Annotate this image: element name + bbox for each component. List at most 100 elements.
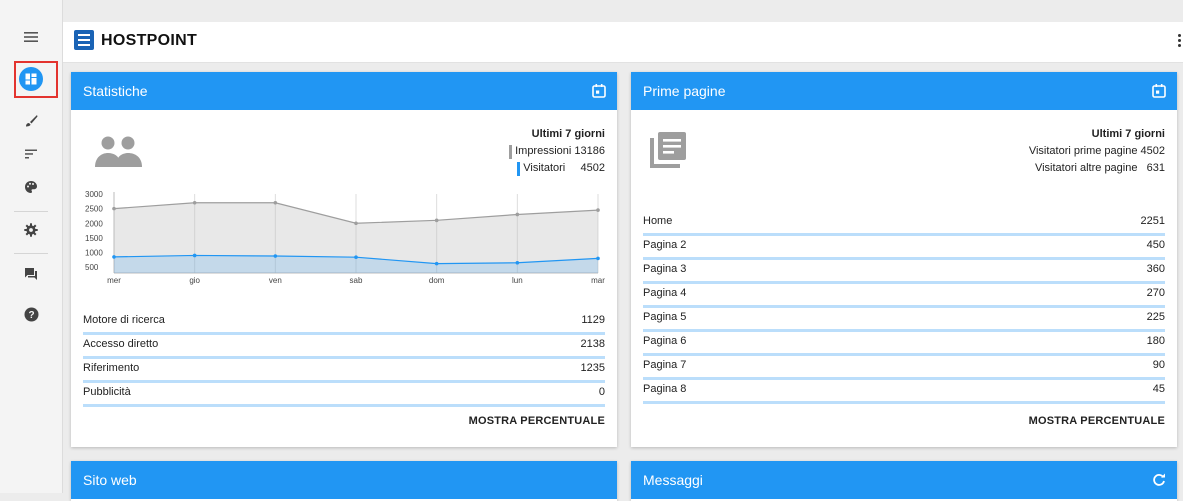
row-label: Pagina 5 [643, 311, 687, 323]
row-value: 180 [1146, 335, 1165, 347]
top-bar: HOSTPOINT [63, 22, 1183, 63]
card-title: Sito web [83, 472, 137, 488]
row-label: Home [643, 215, 673, 227]
x-tick-label: dom [429, 276, 445, 285]
list-item: Pagina 7 90 [643, 353, 1165, 380]
legend-value: 4502 [580, 162, 605, 174]
legend-label: Visitatori [523, 162, 566, 174]
summary-title: Ultimi 7 giorni [1091, 128, 1165, 140]
dashboard-icon [19, 67, 43, 91]
card-sito-web: Sito web [71, 461, 617, 501]
data-point [515, 212, 520, 217]
legend-impressions: Impressioni 13186 [509, 143, 605, 160]
card-header: Messaggi [631, 461, 1177, 499]
data-point [596, 208, 600, 212]
nav-settings[interactable] [0, 213, 62, 247]
list-item: Pagina 4 270 [643, 281, 1165, 308]
show-percentage-button[interactable]: MOSTRA PERCENTUALE [469, 415, 605, 427]
row-value: 2138 [580, 338, 605, 350]
brand-name: HOSTPOINT [101, 32, 198, 49]
svg-text:?: ? [28, 310, 34, 321]
card-title: Statistiche [83, 83, 148, 99]
row-value: 90 [1152, 359, 1165, 371]
card-prime-pagine: Prime pagine Ultimi 7 giorni Visitatori … [631, 72, 1177, 447]
data-point [192, 253, 197, 258]
row-value: 225 [1146, 311, 1165, 323]
list-item: Pagina 3 360 [643, 257, 1165, 284]
traffic-chart: 3000 2500 2000 1500 1000 500 mer gio ven sab dom lu… [85, 190, 605, 285]
x-tick-label: ven [269, 276, 282, 285]
row-value: 0 [598, 386, 605, 398]
sidebar-rail: ? [0, 0, 63, 493]
data-point [273, 254, 278, 258]
data-point [112, 206, 116, 211]
data-point [596, 256, 600, 261]
list-item: Home 2251 [643, 209, 1165, 236]
row-label: Pagina 3 [643, 263, 687, 275]
y-tick-label: 2000 [85, 219, 103, 228]
logo-icon [74, 30, 94, 50]
row-value: 270 [1146, 287, 1165, 299]
card-messaggi: Messaggi [631, 461, 1177, 501]
row-label: Pagina 7 [643, 359, 687, 371]
row-label: Pagina 6 [643, 335, 687, 347]
y-tick-label: 3000 [85, 190, 103, 199]
list-item: Pagina 5 225 [643, 305, 1165, 332]
more-menu-icon[interactable] [1175, 32, 1183, 52]
row-label: Pagina 4 [643, 287, 687, 299]
x-tick-label: mer [107, 276, 121, 285]
row-label: Pagina 8 [643, 383, 687, 395]
nav-palette[interactable] [0, 170, 62, 204]
nav-divider [14, 211, 48, 212]
row-value: 450 [1146, 239, 1165, 251]
menu-icon[interactable] [0, 20, 62, 54]
y-tick-label: 1500 [85, 234, 103, 243]
row-label: Accesso diretto [83, 338, 159, 350]
list-item: Pagina 2 450 [643, 233, 1165, 260]
list-item: Pubblicità 0 [83, 380, 605, 407]
y-tick-label: 1000 [85, 249, 103, 258]
calendar-icon[interactable] [591, 83, 607, 99]
row-value: 45 [1152, 383, 1165, 395]
nav-dashboard[interactable] [0, 62, 62, 96]
pages-summary: Ultimi 7 giorni Visitatori prime pagine … [1029, 126, 1165, 177]
row-label: Pagina 2 [643, 239, 687, 251]
legend-visitors: Visitatori 4502 [509, 160, 605, 177]
pages-icon [650, 132, 686, 168]
list-item: Motore di ricerca 1129 [83, 308, 605, 335]
nav-help[interactable]: ? [0, 297, 62, 331]
list-item: Pagina 6 180 [643, 329, 1165, 356]
list-item: Riferimento 1235 [83, 356, 605, 383]
legend-swatch [517, 161, 521, 176]
people-icon [95, 136, 142, 167]
card-header: Prime pagine [631, 72, 1177, 110]
data-point [192, 200, 197, 205]
refresh-icon[interactable] [1151, 472, 1167, 488]
help-icon: ? [24, 307, 38, 321]
stats-summary: Ultimi 7 giorni Impressioni 13186 Visita… [509, 126, 605, 177]
x-tick-label: gio [189, 276, 200, 285]
data-point [434, 218, 439, 223]
legend-swatch [509, 144, 513, 159]
palette-icon [25, 181, 37, 193]
x-tick-label: lun [512, 276, 523, 285]
legend-label: Impressioni [515, 145, 572, 157]
gear-icon [24, 223, 38, 237]
x-tick-label: mar [591, 276, 605, 285]
nav-messages[interactable] [0, 257, 62, 291]
legend-value: 13186 [574, 145, 605, 157]
chat-icon [25, 268, 37, 280]
row-value: 2251 [1140, 215, 1165, 227]
row-value: 360 [1146, 263, 1165, 275]
data-point [515, 260, 520, 265]
row-value: 1235 [580, 362, 605, 374]
show-percentage-button[interactable]: MOSTRA PERCENTUALE [1029, 415, 1165, 427]
card-statistiche: Statistiche Ultimi 7 giorni Impressioni … [71, 72, 617, 447]
row-label: Riferimento [83, 362, 140, 374]
row-label: Motore di ricerca [83, 314, 165, 326]
calendar-icon[interactable] [1151, 83, 1167, 99]
card-title: Messaggi [643, 472, 703, 488]
nav-sort[interactable] [0, 137, 62, 171]
data-point [434, 261, 439, 266]
nav-brush[interactable] [0, 104, 62, 138]
